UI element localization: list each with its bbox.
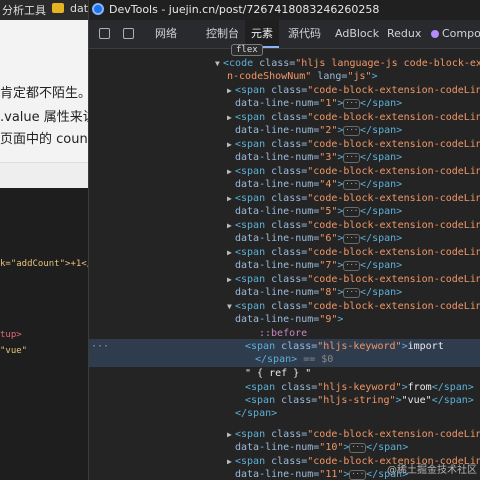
background-code-block: k="addCount">+1</ tup> "vue" [0, 188, 90, 480]
span-line-attr: data-line-num="3"> ··· </span> [235, 152, 403, 163]
code-line: "vue" [0, 346, 28, 356]
ellipsis-icon[interactable]: ··· [343, 180, 361, 190]
tab-redux[interactable]: Redux [387, 20, 421, 48]
ellipsis-icon[interactable]: ··· [349, 443, 367, 453]
react-icon [431, 30, 439, 38]
devtools-toolbar: 网络 控制台 元素 源代码 AdBlock Redux Compon [89, 20, 480, 49]
span-line-attr: data-line-num="11"> ··· </span> [235, 469, 409, 480]
ellipsis-icon[interactable]: ··· [343, 207, 361, 217]
span-line-row[interactable]: ▶ <span class="code-block-extension-codeL… [227, 165, 480, 178]
devtools-title: DevTools - juejin.cn/post/72674180832462… [109, 3, 380, 16]
code-open-tag-cont: n-codeShowNum" lang="js"> [227, 71, 378, 82]
span-line-row[interactable]: ▶ <span class="code-block-extension-codeL… [227, 273, 480, 286]
span-line-row[interactable]: ▶ <span class="code-block-extension-codeL… [227, 246, 480, 259]
article-divider [0, 162, 90, 189]
ellipsis-icon[interactable]: ··· [343, 261, 361, 271]
ellipsis-icon[interactable]: ··· [343, 234, 361, 244]
span-line-attr: data-line-num="8"> ··· </span> [235, 287, 403, 298]
keyword-span-import[interactable]: <span class="hljs-keyword">import [245, 340, 444, 353]
expand-triangle-icon[interactable]: ▼ [227, 300, 235, 313]
tab-network[interactable]: 网络 [155, 20, 177, 48]
span-line-attr: data-line-num="7"> ··· </span> [235, 260, 403, 271]
watermark: @稀土掘金技术社区 [387, 465, 477, 476]
article-line: 肯定都不陌生。 [0, 86, 90, 101]
span-line-row[interactable]: ▶ <span class="code-block-extension-codeL… [227, 138, 480, 151]
code-line: tup> [0, 330, 22, 340]
devtools-logo-icon [92, 3, 104, 15]
expand-triangle-icon[interactable]: ▶ [227, 165, 235, 178]
article-line: .value 属性来访 [0, 110, 90, 125]
expand-triangle-icon[interactable]: ▶ [227, 219, 235, 232]
tab-sources[interactable]: 源代码 [288, 20, 321, 48]
span-line-attr: data-line-num="9"> [235, 314, 344, 325]
ellipsis-icon[interactable]: ··· [343, 288, 361, 298]
ellipsis-icon[interactable]: ··· [343, 153, 361, 163]
text-node-ref[interactable]: " { ref } " [245, 367, 311, 380]
folder-icon [52, 3, 64, 13]
row-dots-icon[interactable]: ··· [91, 340, 109, 353]
expand-triangle-icon[interactable]: ▶ [227, 428, 235, 441]
expand-triangle-icon[interactable]: ▶ [227, 111, 235, 124]
device-toolbar-icon[interactable] [123, 28, 134, 39]
string-span-vue[interactable]: <span class="hljs-string">"vue"</span> [245, 394, 474, 407]
inspect-element-icon[interactable] [99, 28, 110, 39]
span-line-row[interactable]: ▶ <span class="code-block-extension-codeL… [227, 428, 480, 441]
span-line-row[interactable]: ▶ <span class="code-block-extension-codeL… [227, 111, 480, 124]
span-line-attr: data-line-num="6"> ··· </span> [235, 233, 403, 244]
code-line: k="addCount">+1</ [0, 259, 90, 269]
tab-components-label: Compon [442, 27, 480, 40]
span-line-row[interactable]: ▶ <span class="code-block-extension-codeL… [227, 219, 480, 232]
elements-tree: flex ▼ <code class="hljs language-js code… [89, 44, 480, 480]
collapse-triangle-icon[interactable]: ▼ [215, 57, 223, 70]
span-line-attr: data-line-num="4"> ··· </span> [235, 179, 403, 190]
span-close-9: </span> [235, 408, 278, 419]
code-open-tag[interactable]: ▼ <code class="hljs language-js code-bloc… [215, 57, 480, 70]
pseudo-before[interactable]: ::before [259, 327, 307, 340]
span-line-row[interactable]: ▶ <span class="code-block-extension-codeL… [227, 84, 480, 97]
span-line-attr: data-line-num="5"> ··· </span> [235, 206, 403, 217]
expand-triangle-icon[interactable]: ▶ [227, 455, 235, 468]
ellipsis-icon[interactable]: ··· [343, 99, 361, 109]
ellipsis-icon[interactable]: ··· [349, 470, 367, 480]
expand-triangle-icon[interactable]: ▶ [227, 138, 235, 151]
article-line: 页面中的 coun [0, 132, 88, 147]
span-line-attr: data-line-num="1"> ··· </span> [235, 98, 403, 109]
ellipsis-icon[interactable]: ··· [343, 126, 361, 136]
expand-triangle-icon[interactable]: ▶ [227, 273, 235, 286]
tab-adblock[interactable]: AdBlock [335, 20, 379, 48]
devtools-window: DevTools - juejin.cn/post/72674180832462… [88, 0, 480, 480]
flex-badge[interactable]: flex [231, 44, 263, 56]
span-line-attr: data-line-num="2"> ··· </span> [235, 125, 403, 136]
tab-components[interactable]: Compon [431, 20, 480, 48]
expand-triangle-icon[interactable]: ▶ [227, 192, 235, 205]
article-snippet: 肯定都不陌生。 .value 属性来访 页面中的 coun [0, 20, 90, 162]
span-line-row[interactable]: ▼ <span class="code-block-extension-codeL… [227, 300, 480, 313]
span-line-row[interactable]: ▶ <span class="code-block-extension-codeL… [227, 192, 480, 205]
span-line-attr: data-line-num="10"> ··· </span> [235, 442, 409, 453]
keyword-span-close: </span> == $0 [255, 354, 334, 365]
keyword-span-from[interactable]: <span class="hljs-keyword">from</span> [245, 381, 474, 394]
devtools-title-bar: DevTools - juejin.cn/post/72674180832462… [89, 0, 480, 20]
background-tab2-label[interactable]: dat [70, 2, 88, 15]
background-tab-label[interactable]: 分析工具 [2, 2, 46, 18]
expand-triangle-icon[interactable]: ▶ [227, 84, 235, 97]
expand-triangle-icon[interactable]: ▶ [227, 246, 235, 259]
